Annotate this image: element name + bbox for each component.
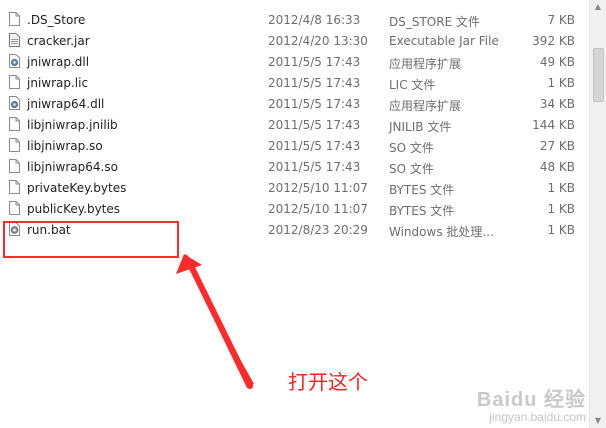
file-row[interactable]: publicKey.bytes 2012/5/10 11:07 BYTES 文件… bbox=[0, 199, 590, 220]
file-date: 2011/5/5 17:43 bbox=[268, 160, 361, 174]
file-icon bbox=[9, 180, 20, 194]
file-icon bbox=[9, 159, 20, 173]
dll-gear-icon bbox=[9, 96, 20, 110]
file-type: Windows 批处理... bbox=[389, 225, 494, 239]
file-icon bbox=[9, 75, 20, 89]
file-name: jniwrap.dll bbox=[27, 55, 90, 69]
file-name: .DS_Store bbox=[27, 13, 86, 27]
file-row[interactable]: .DS_Store 2012/4/8 16:33 DS_STORE 文件 7 K… bbox=[0, 10, 590, 31]
file-name: privateKey.bytes bbox=[27, 181, 127, 195]
file-date: 2011/5/5 17:43 bbox=[268, 55, 361, 69]
file-type: 应用程序扩展 bbox=[389, 99, 462, 113]
file-icon bbox=[9, 117, 20, 131]
file-row[interactable]: cracker.jar 2012/4/20 13:30 Executable J… bbox=[0, 31, 590, 52]
file-date: 2012/5/10 11:07 bbox=[268, 202, 368, 216]
annotation-text: 打开这个 bbox=[288, 370, 368, 394]
file-type: 应用程序扩展 bbox=[389, 57, 462, 71]
file-date: 2012/4/20 13:30 bbox=[268, 34, 368, 48]
file-row[interactable]: libjniwrap64.so 2011/5/5 17:43 SO 文件 48 … bbox=[0, 157, 590, 178]
file-size: 27 KB bbox=[539, 139, 575, 153]
scroll-up-icon[interactable]: ▲ bbox=[593, 2, 603, 12]
scroll-down-icon[interactable]: ▼ bbox=[593, 416, 603, 426]
file-size: 1 KB bbox=[547, 76, 575, 90]
file-row[interactable]: privateKey.bytes 2012/5/10 11:07 BYTES 文… bbox=[0, 178, 590, 199]
file-row[interactable]: jniwrap64.dll 2011/5/5 17:43 应用程序扩展 34 K… bbox=[0, 94, 590, 115]
file-date: 2012/8/23 20:29 bbox=[268, 223, 368, 237]
file-type: JNILIB 文件 bbox=[389, 120, 452, 134]
file-date: 2011/5/5 17:43 bbox=[268, 118, 361, 132]
file-type: SO 文件 bbox=[389, 141, 434, 155]
file-type: SO 文件 bbox=[389, 162, 434, 176]
file-type: DS_STORE 文件 bbox=[389, 15, 480, 29]
file-size: 1 KB bbox=[547, 202, 575, 216]
watermark-url: jingyan.baidu.com bbox=[489, 410, 586, 424]
file-name: jniwrap.lic bbox=[27, 76, 89, 90]
scrollbar-thumb[interactable] bbox=[593, 48, 604, 102]
file-icon bbox=[9, 201, 20, 215]
file-type: BYTES 文件 bbox=[389, 204, 455, 218]
file-name: cracker.jar bbox=[27, 34, 90, 48]
highlight-box bbox=[3, 221, 179, 258]
file-name: publicKey.bytes bbox=[27, 202, 121, 216]
file-date: 2011/5/5 17:43 bbox=[268, 76, 361, 90]
file-size: 144 KB bbox=[532, 118, 575, 132]
file-date: 2012/4/8 16:33 bbox=[268, 13, 361, 27]
file-size: 48 KB bbox=[539, 160, 575, 174]
dll-gear-icon bbox=[9, 54, 20, 68]
file-date: 2012/5/10 11:07 bbox=[268, 181, 368, 195]
watermark-brand: Baidu 经验 bbox=[476, 389, 586, 411]
file-name: libjniwrap64.so bbox=[27, 160, 118, 174]
file-size: 392 KB bbox=[532, 34, 575, 48]
file-size: 1 KB bbox=[547, 181, 575, 195]
file-size: 7 KB bbox=[547, 13, 575, 27]
jar-file-icon bbox=[9, 33, 20, 47]
file-icon bbox=[9, 138, 20, 152]
vertical-scrollbar[interactable]: ▲ ▼ bbox=[589, 0, 606, 428]
file-row[interactable]: jniwrap.lic 2011/5/5 17:43 LIC 文件 1 KB bbox=[0, 73, 590, 94]
file-type: Executable Jar File bbox=[389, 34, 499, 48]
file-row[interactable]: jniwrap.dll 2011/5/5 17:43 应用程序扩展 49 KB bbox=[0, 52, 590, 73]
file-list: .DS_Store 2012/4/8 16:33 DS_STORE 文件 7 K… bbox=[0, 10, 590, 241]
file-icon bbox=[9, 12, 20, 26]
file-name: libjniwrap.so bbox=[27, 139, 103, 153]
file-type: LIC 文件 bbox=[389, 78, 436, 92]
file-date: 2011/5/5 17:43 bbox=[268, 97, 361, 111]
file-name: jniwrap64.dll bbox=[27, 97, 105, 111]
file-row[interactable]: libjniwrap.so 2011/5/5 17:43 SO 文件 27 KB bbox=[0, 136, 590, 157]
file-size: 49 KB bbox=[539, 55, 575, 69]
file-type: BYTES 文件 bbox=[389, 183, 455, 197]
file-row[interactable]: libjniwrap.jnilib 2011/5/5 17:43 JNILIB … bbox=[0, 115, 590, 136]
file-name: libjniwrap.jnilib bbox=[27, 118, 118, 132]
file-size: 34 KB bbox=[539, 97, 575, 111]
watermark: Baidu 经验 jingyan.baidu.com bbox=[477, 383, 586, 424]
file-size: 1 KB bbox=[547, 223, 575, 237]
file-date: 2011/5/5 17:43 bbox=[268, 139, 361, 153]
